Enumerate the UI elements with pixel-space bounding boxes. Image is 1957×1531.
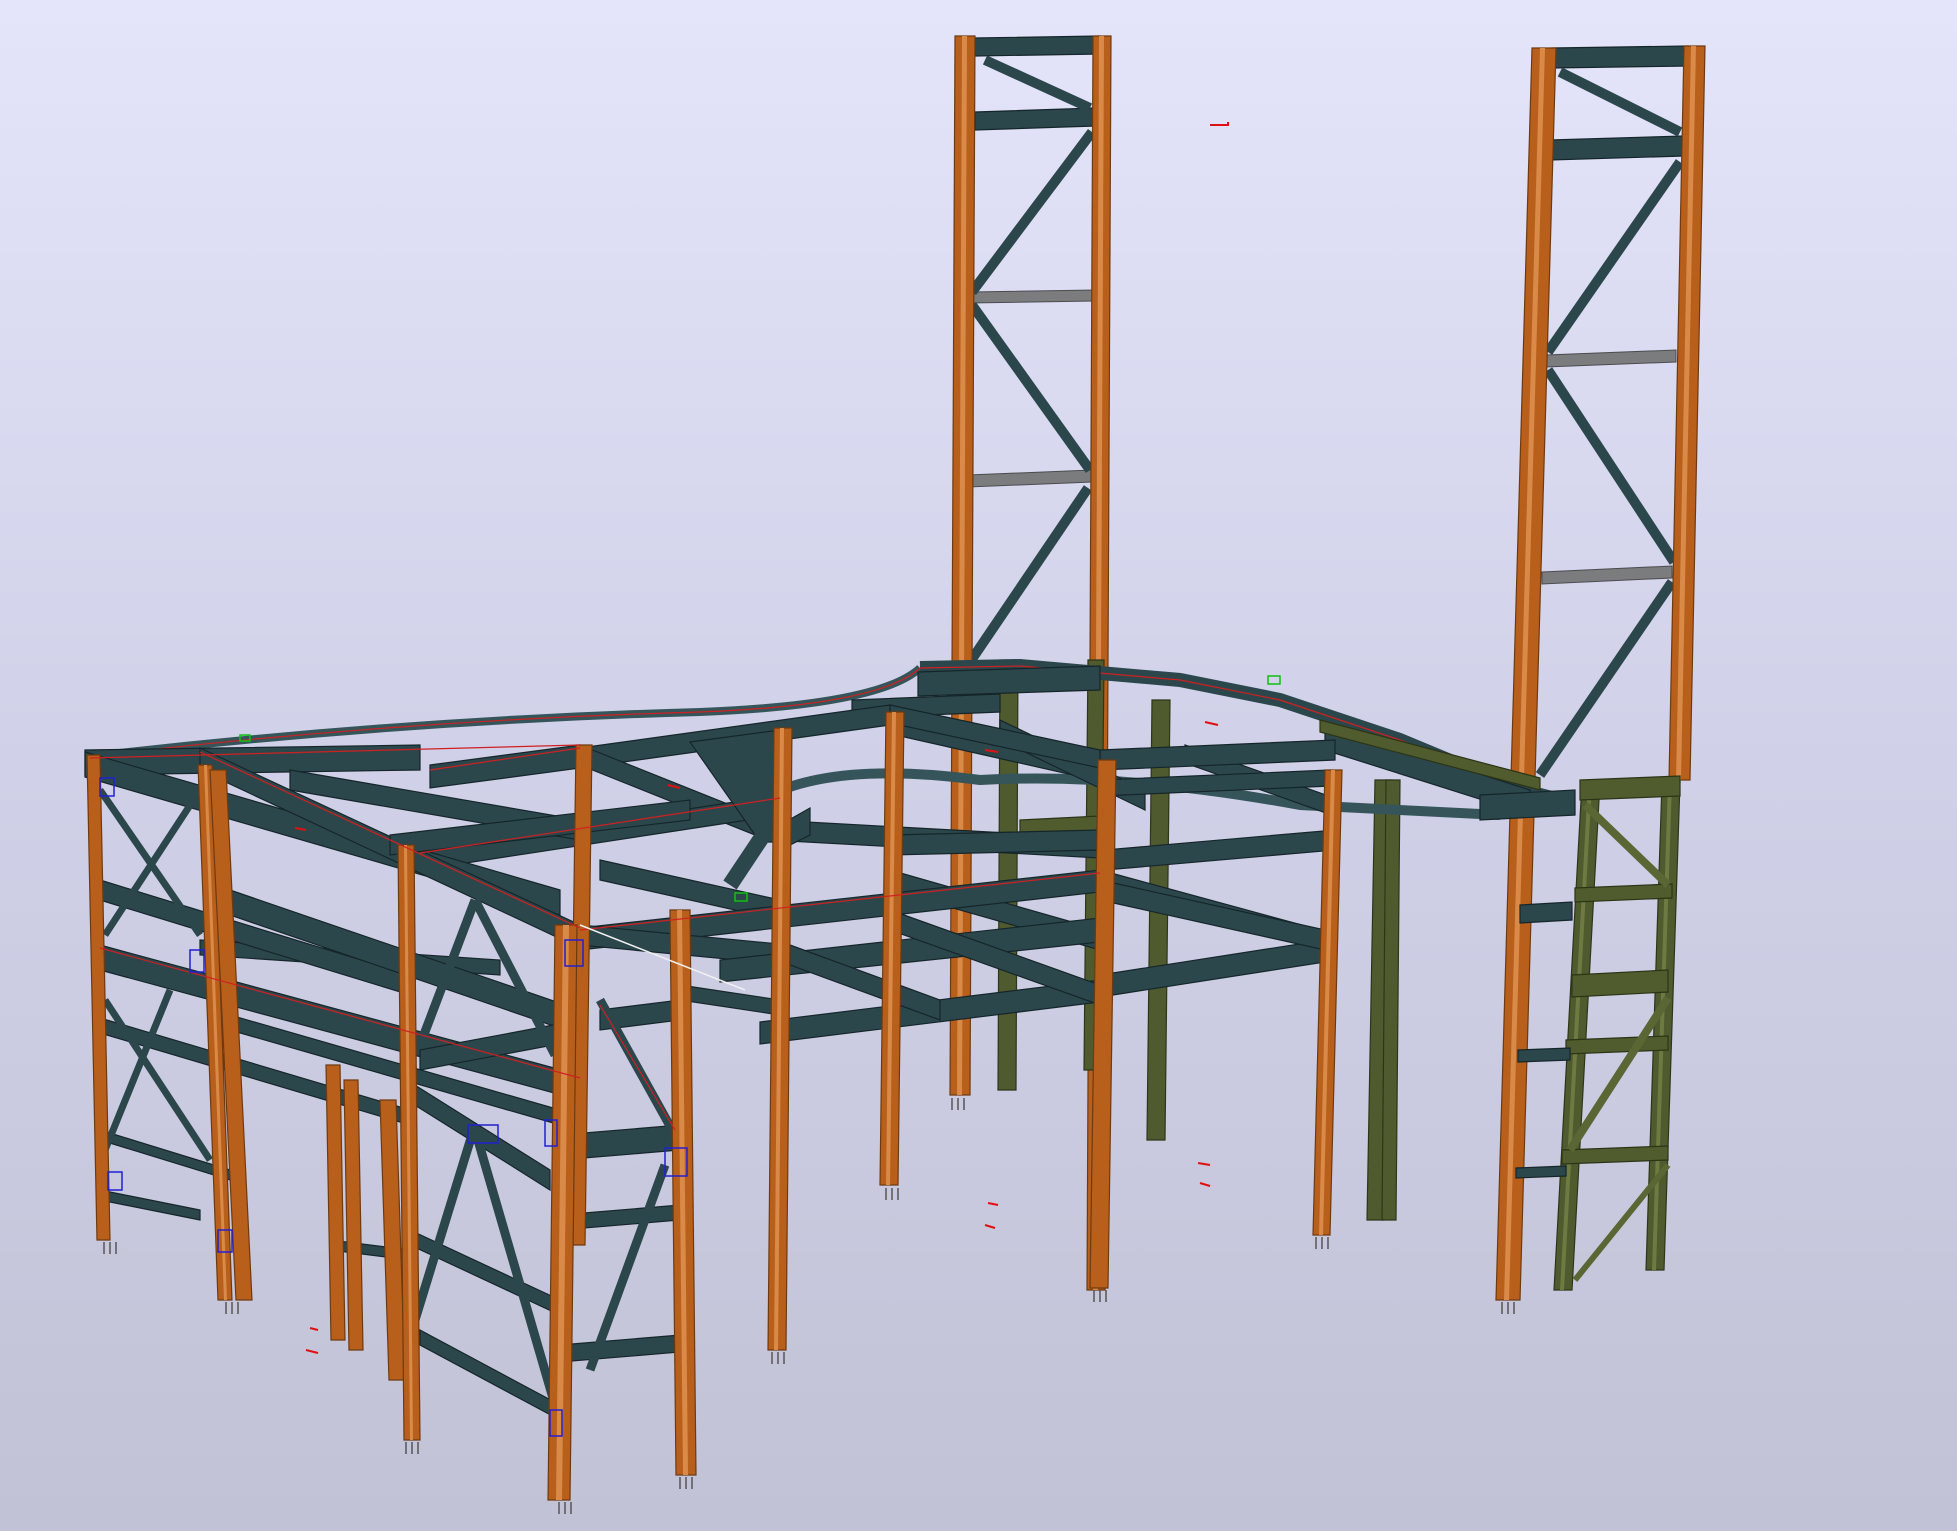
model-element [885,1188,899,1200]
model-element [99,1189,201,1221]
upper-roof-framing[interactable] [84,658,1576,821]
model-element [1093,1290,1107,1302]
model-element [1099,879,1326,951]
tower1-top-beam [974,35,1101,57]
model-element [343,1079,364,1351]
tower2-top-beam [1551,45,1689,69]
model-element [1517,1047,1571,1063]
tower2-beam-2 [1549,135,1685,161]
tower1-grey-beam-1 [969,289,1096,304]
model-element [1210,122,1229,126]
model-element [225,1302,239,1314]
left-column-3 [325,1064,346,1341]
model-element [84,667,921,758]
model-element [410,1123,480,1322]
upper-cross-beam-1 [917,665,1101,697]
tower1-beam-2 [974,107,1096,131]
model-element [1199,1182,1211,1187]
model-element [305,1349,319,1354]
tower2-brace-3 [1543,367,1679,565]
tower2-grey-beam-1 [1545,349,1677,368]
model-element [1197,1162,1211,1166]
central-upper-beam-4 [1104,829,1336,871]
3d-model-viewport[interactable] [0,0,1957,1531]
model-element [679,984,781,1016]
central-lower-beam-4 [1099,939,1326,998]
tower1-brace-2 [968,129,1096,295]
model-element [771,1352,785,1364]
green-beam-3 [1571,969,1669,998]
model-element [1515,1165,1567,1179]
tower1-brace-3 [967,302,1095,473]
model-element [103,1242,117,1254]
model-element [889,829,1101,856]
tower2-brace-4 [1535,579,1677,778]
model-element [558,1502,572,1514]
model-element [987,1202,999,1206]
steel-structure-model[interactable] [0,0,1957,1531]
anchor-bolts [103,1098,1515,1514]
model-element [1582,802,1671,888]
left-column-1 [86,754,111,1241]
model-element [1315,1237,1329,1249]
model-element [1519,901,1573,924]
tower1-grey-beam-2 [967,469,1093,488]
tower2-brace-1 [1557,67,1683,137]
left-frame[interactable] [84,744,697,1501]
model-element [559,1334,681,1363]
model-element [1267,675,1281,685]
model-element [951,1098,965,1110]
model-element [405,1442,419,1454]
model-element [1204,721,1219,726]
tower2-grey-beam-2 [1541,565,1673,585]
tower2-brace-2 [1543,159,1685,355]
model-element [1501,1302,1515,1314]
tower1-brace-4 [963,485,1093,668]
model-element [309,1327,319,1331]
model-element [679,1477,693,1489]
green-beam-1 [1579,775,1681,801]
upper-beam-5 [1099,739,1336,771]
model-element [1479,789,1576,821]
model-element [984,1224,996,1229]
model-element [107,1171,123,1191]
tower1-brace-1 [982,55,1093,113]
tower-2[interactable] [1495,45,1706,1301]
